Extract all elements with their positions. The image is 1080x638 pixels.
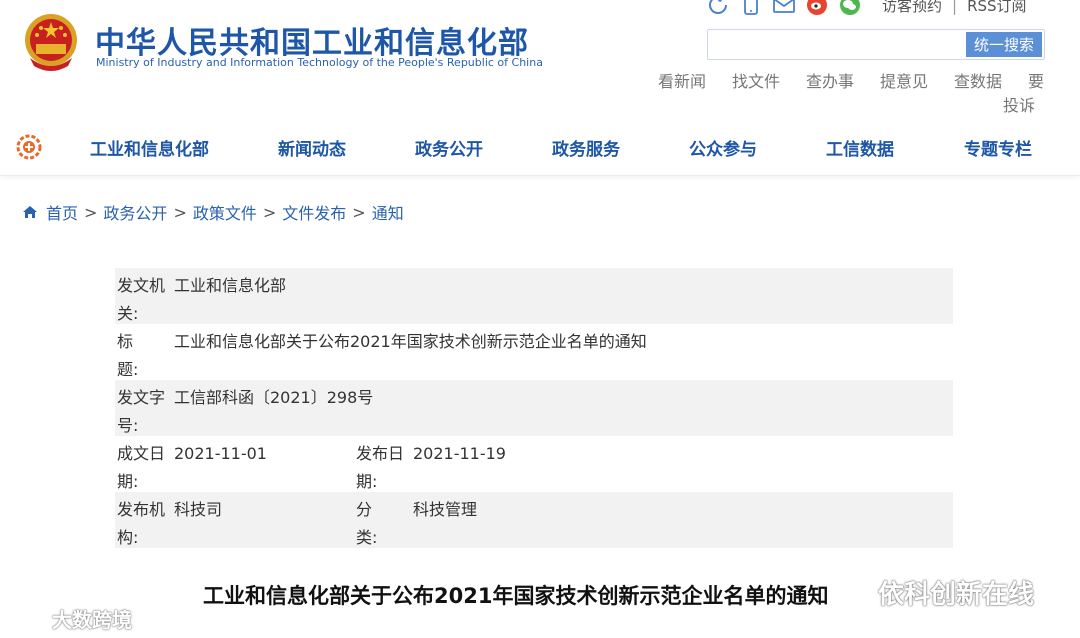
quick-link-complaint-part1[interactable]: 要 — [1028, 68, 1044, 92]
quick-link-feedback[interactable]: 提意见 — [880, 68, 928, 92]
top-links: 访客预约 | RSS订阅 — [882, 0, 1027, 16]
breadcrumb-government-affairs[interactable]: 政务公开 — [103, 200, 167, 224]
issuer-value: 工业和信息化部 — [174, 276, 287, 295]
document-number-label: 发文字号: — [117, 388, 166, 435]
category-value: 科技管理 — [413, 500, 478, 519]
written-date-label: 成文日期: — [117, 444, 166, 491]
breadcrumb-separator: > — [352, 202, 366, 222]
watermark-left: 大数跨境 — [8, 604, 132, 633]
breadcrumb-separator: > — [84, 202, 98, 222]
search-button[interactable]: 统一搜索 — [966, 32, 1042, 57]
watermark-right: 依科创新在线 — [838, 574, 1034, 611]
separator: | — [952, 0, 958, 15]
info-row-issuer: 发文机关: 工业和信息化部 — [115, 268, 953, 324]
breadcrumb-policy-documents[interactable]: 政策文件 — [193, 200, 257, 224]
info-row-dates: 成文日期: 2021-11-01 发布日期: 2021-11-19 — [115, 436, 953, 492]
wechat-watermark-icon — [839, 579, 876, 606]
breadcrumb: 首页 > 政务公开 > 政策文件 > 文件发布 > 通知 — [22, 200, 404, 224]
nav-item-data[interactable]: 工信数据 — [826, 135, 894, 160]
nav-item-special-topics[interactable]: 专题专栏 — [964, 135, 1032, 160]
quick-link-services[interactable]: 查办事 — [806, 68, 854, 92]
site-subtitle: Ministry of Industry and Information Tec… — [96, 56, 543, 69]
national-emblem-icon[interactable] — [22, 12, 80, 74]
nav-logo-icon[interactable] — [14, 132, 44, 162]
home-icon — [23, 206, 37, 218]
info-row-title: 标 题: 工业和信息化部关于公布2021年国家技术创新示范企业名单的通知 — [115, 324, 953, 380]
document-number-value: 工信部科函〔2021〕298号 — [174, 388, 374, 407]
nav-item-public-participation[interactable]: 公众参与 — [689, 135, 757, 160]
title-label: 标 题: — [117, 332, 166, 379]
breadcrumb-home[interactable]: 首页 — [46, 200, 78, 224]
visitor-appointment-link[interactable]: 访客预约 — [882, 0, 942, 16]
mobile-icon[interactable] — [739, 0, 763, 15]
nav-item-ministry[interactable]: 工业和信息化部 — [90, 135, 209, 160]
watermark-logo-icon — [10, 609, 43, 627]
quick-link-data[interactable]: 查数据 — [954, 68, 1002, 92]
quick-link-files[interactable]: 找文件 — [732, 68, 780, 92]
breadcrumb-separator: > — [173, 202, 187, 222]
quick-link-news[interactable]: 看新闻 — [658, 68, 706, 92]
published-date-label: 发布日期: — [356, 444, 405, 491]
mail-icon[interactable] — [772, 0, 796, 15]
main-nav: 工业和信息化部 新闻动态 政务公开 政务服务 公众参与 工信数据 专题专栏 — [0, 120, 1080, 176]
document-info-table: 发文机关: 工业和信息化部 标 题: 工业和信息化部关于公布2021年国家技术创… — [115, 268, 953, 548]
info-row-document-number: 发文字号: 工信部科函〔2021〕298号 — [115, 380, 953, 436]
wechat-icon[interactable] — [838, 0, 862, 15]
organization-value: 科技司 — [174, 500, 223, 519]
rss-link[interactable]: RSS订阅 — [967, 0, 1026, 16]
accessibility-icon[interactable] — [706, 0, 730, 15]
breadcrumb-notice[interactable]: 通知 — [372, 200, 404, 224]
watermark-right-text: 依科创新在线 — [878, 580, 1035, 610]
nav-item-government-affairs[interactable]: 政务公开 — [415, 135, 483, 160]
organization-label: 发布机构: — [117, 500, 166, 547]
nav-item-government-services[interactable]: 政务服务 — [552, 135, 620, 160]
document-title: 工业和信息化部关于公布2021年国家技术创新示范企业名单的通知 — [203, 584, 829, 608]
search-input[interactable] — [708, 30, 966, 59]
weibo-icon[interactable] — [805, 0, 829, 15]
info-row-organization: 发布机构: 科技司 分 类: 科技管理 — [115, 492, 953, 548]
issuer-label: 发文机关: — [117, 276, 166, 323]
nav-item-news[interactable]: 新闻动态 — [278, 135, 346, 160]
search-box: 统一搜索 — [707, 29, 1045, 60]
published-date-value: 2021-11-19 — [413, 444, 506, 463]
category-label: 分 类: — [356, 500, 405, 547]
written-date-value: 2021-11-01 — [174, 444, 267, 463]
watermark-left-text: 大数跨境 — [52, 608, 132, 632]
top-icon-bar — [706, 0, 871, 16]
breadcrumb-document-release[interactable]: 文件发布 — [282, 200, 346, 224]
site-header: 中华人民共和国工业和信息化部 Ministry of Industry and … — [0, 0, 1080, 120]
breadcrumb-separator: > — [262, 202, 277, 222]
title-value: 工业和信息化部关于公布2021年国家技术创新示范企业名单的通知 — [174, 332, 647, 351]
quick-link-complaint-part2[interactable]: 投诉 — [1003, 92, 1035, 116]
